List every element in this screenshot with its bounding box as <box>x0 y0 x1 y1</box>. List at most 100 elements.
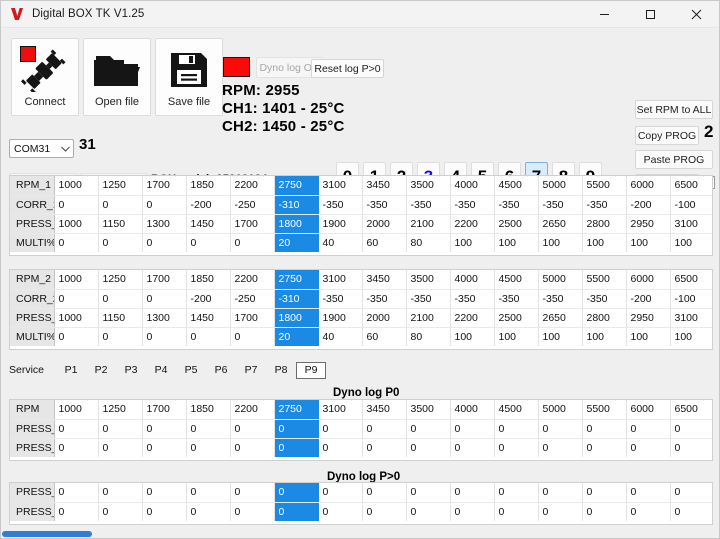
paste-prog-button[interactable]: Paste PROG <box>635 150 713 169</box>
cell[interactable]: 6500 <box>670 176 712 196</box>
cell[interactable]: 0 <box>142 327 187 346</box>
tab-p8[interactable]: P8 <box>266 362 296 379</box>
cell[interactable]: -350 <box>318 289 363 309</box>
cell[interactable]: 3100 <box>318 176 363 196</box>
tab-p6[interactable]: P6 <box>206 362 236 379</box>
cell[interactable]: 1700 <box>230 308 275 328</box>
cell[interactable]: 2950 <box>626 308 671 328</box>
cell[interactable]: 60 <box>362 327 407 346</box>
cell[interactable]: 2750 <box>274 270 319 290</box>
cell[interactable]: 0 <box>670 419 712 439</box>
cell[interactable]: 0 <box>230 419 275 439</box>
cell[interactable]: 1300 <box>142 308 187 328</box>
cell[interactable]: 1900 <box>318 214 363 234</box>
cell[interactable]: 0 <box>98 289 143 309</box>
dyno-log-p0-table[interactable]: RPM 1000 1250 1700 1850 2200 2750 3100 3450 3500 4… <box>9 399 713 461</box>
cell[interactable]: 2500 <box>494 214 539 234</box>
cell[interactable]: -350 <box>538 289 583 309</box>
maximize-icon[interactable] <box>627 1 673 27</box>
cell[interactable]: 0 <box>230 502 275 521</box>
cell[interactable]: 20 <box>274 327 319 346</box>
cell[interactable]: 0 <box>98 438 143 457</box>
cell[interactable]: 0 <box>582 419 627 439</box>
cell[interactable]: 1000 <box>54 214 99 234</box>
cell[interactable]: 0 <box>142 483 187 503</box>
save-file-button[interactable]: Save file <box>155 38 223 116</box>
cell[interactable]: 1150 <box>98 214 143 234</box>
cell[interactable]: 2650 <box>538 214 583 234</box>
cell[interactable]: 0 <box>142 438 187 457</box>
cell[interactable]: 0 <box>318 502 363 521</box>
cell[interactable]: 1850 <box>186 400 231 420</box>
cell[interactable]: 0 <box>406 483 451 503</box>
dyno-log-pgt0-table[interactable]: PRESS_10000000000000000PRESS_20000000000… <box>9 482 713 525</box>
tab-p3[interactable]: P3 <box>116 362 146 379</box>
cell[interactable]: 0 <box>98 327 143 346</box>
cell[interactable]: 0 <box>318 419 363 439</box>
cell[interactable]: 2200 <box>230 176 275 196</box>
cell[interactable]: 2500 <box>494 308 539 328</box>
cell[interactable]: -250 <box>230 289 275 309</box>
cell[interactable]: 3100 <box>670 214 712 234</box>
cell[interactable]: 0 <box>54 438 99 457</box>
cell[interactable]: 0 <box>318 483 363 503</box>
cell[interactable]: 6500 <box>670 400 712 420</box>
cell[interactable]: 1700 <box>142 176 187 196</box>
cell[interactable]: 0 <box>670 483 712 503</box>
close-icon[interactable] <box>673 1 719 27</box>
cell[interactable]: -310 <box>274 289 319 309</box>
cell[interactable]: -100 <box>670 289 712 309</box>
cell[interactable]: -350 <box>538 195 583 215</box>
cell[interactable]: -100 <box>670 195 712 215</box>
cell[interactable]: 40 <box>318 327 363 346</box>
cell[interactable]: 4500 <box>494 176 539 196</box>
cell[interactable]: -350 <box>406 195 451 215</box>
cell[interactable]: 1800 <box>274 308 319 328</box>
cell[interactable]: 0 <box>186 483 231 503</box>
cell[interactable]: 0 <box>538 483 583 503</box>
cell[interactable]: 0 <box>186 502 231 521</box>
cell[interactable]: 4500 <box>494 270 539 290</box>
cell[interactable]: 0 <box>230 327 275 346</box>
cell[interactable]: 0 <box>274 483 319 503</box>
reset-log-button[interactable]: Reset log P>0 <box>311 59 384 78</box>
cell[interactable]: 100 <box>582 327 627 346</box>
horizontal-scrollbar[interactable] <box>2 531 92 537</box>
cell[interactable]: 4500 <box>494 400 539 420</box>
cell[interactable]: -350 <box>582 195 627 215</box>
cell[interactable]: 1450 <box>186 214 231 234</box>
cell[interactable]: 0 <box>54 233 99 252</box>
cell[interactable]: -350 <box>450 195 495 215</box>
cell[interactable]: -200 <box>626 289 671 309</box>
cell[interactable]: 4000 <box>450 400 495 420</box>
cell[interactable]: 2000 <box>362 308 407 328</box>
cell[interactable]: 0 <box>318 438 363 457</box>
cell[interactable]: -350 <box>406 289 451 309</box>
cell[interactable]: 0 <box>362 419 407 439</box>
cell[interactable]: 0 <box>450 483 495 503</box>
cell[interactable]: 0 <box>538 419 583 439</box>
cell[interactable]: -350 <box>582 289 627 309</box>
cell[interactable]: 0 <box>142 195 187 215</box>
cell[interactable]: 0 <box>494 502 539 521</box>
cell[interactable]: 0 <box>54 195 99 215</box>
cell[interactable]: 2200 <box>450 308 495 328</box>
cell[interactable]: 5500 <box>582 176 627 196</box>
cell[interactable]: 1250 <box>98 270 143 290</box>
cell[interactable]: 100 <box>450 233 495 252</box>
cell[interactable]: 0 <box>582 502 627 521</box>
cell[interactable]: 20 <box>274 233 319 252</box>
cell[interactable]: 0 <box>406 502 451 521</box>
cell[interactable]: 0 <box>274 502 319 521</box>
cell[interactable]: 2100 <box>406 214 451 234</box>
copy-prog-button[interactable]: Copy PROG <box>635 126 699 145</box>
cell[interactable]: 100 <box>626 327 671 346</box>
cell[interactable]: 3100 <box>318 400 363 420</box>
cell[interactable]: 0 <box>450 419 495 439</box>
tab-p1[interactable]: P1 <box>56 362 86 379</box>
cell[interactable]: 4000 <box>450 176 495 196</box>
cell[interactable]: 3450 <box>362 176 407 196</box>
cell[interactable]: -200 <box>186 195 231 215</box>
cell[interactable]: 100 <box>538 233 583 252</box>
cell[interactable]: 1300 <box>142 214 187 234</box>
